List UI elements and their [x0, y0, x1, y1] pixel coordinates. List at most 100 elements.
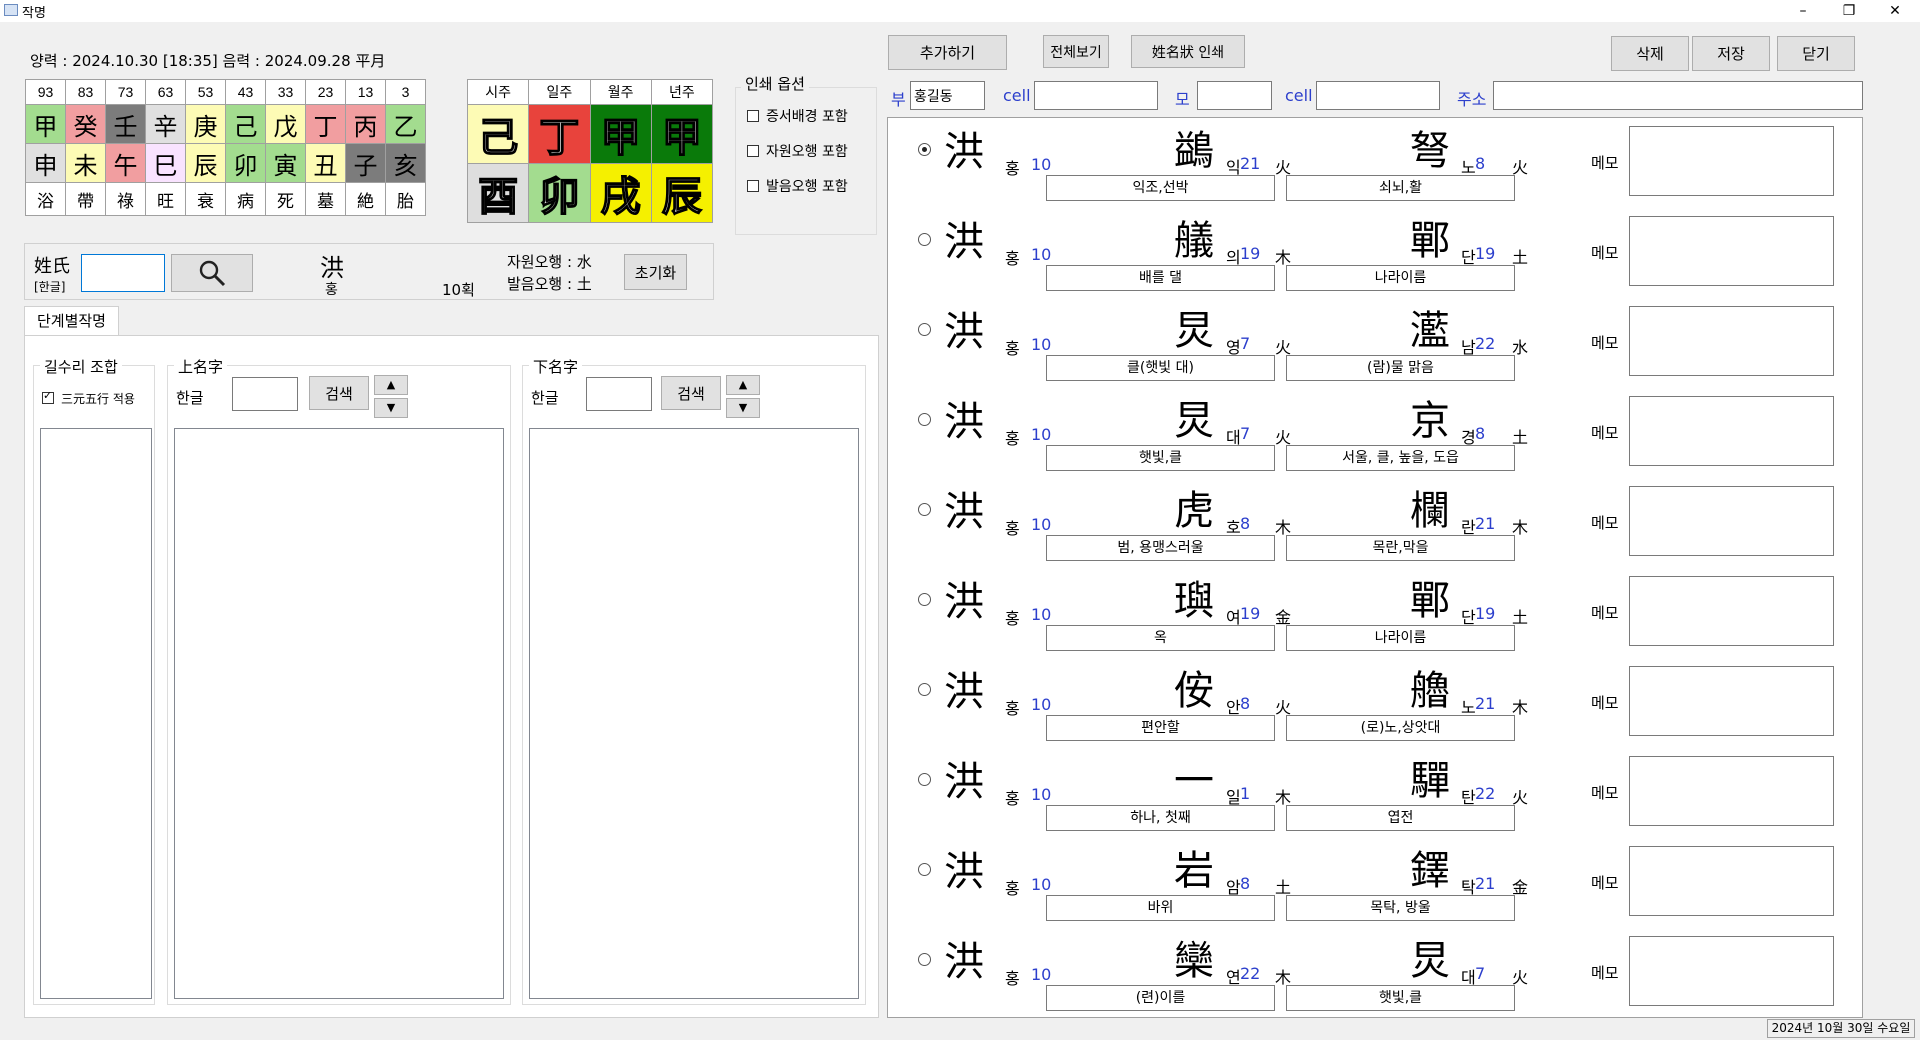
radio-icon[interactable]: [918, 503, 931, 516]
reset-button[interactable]: 초기화: [624, 254, 687, 290]
first-meaning: 하나, 첫째: [1046, 805, 1275, 831]
print-certificate-button[interactable]: 姓名狀 인쇄: [1131, 35, 1245, 68]
daewoon-stem: 甲: [25, 104, 66, 144]
name-result-row[interactable]: 洪 홍 10 侒 안 8 火 편안할 艪 노 21 木 (로)노,상앗대 메모: [888, 658, 1863, 748]
radio-selected-icon[interactable]: [918, 143, 931, 156]
add-button[interactable]: 추가하기: [888, 35, 1007, 70]
first-strokes: 19: [1240, 244, 1261, 263]
upper-hangul-input[interactable]: [232, 377, 298, 411]
pillar-stem: 丁: [528, 104, 591, 164]
second-char: 弩: [1410, 128, 1450, 174]
name-result-row[interactable]: 洪 홍 10 炅 대 7 火 햇빛,클 京 경 8 土 서울, 클, 높을, 도읍 메모: [888, 388, 1863, 478]
checkbox-checked-icon[interactable]: [42, 389, 54, 404]
memo-input[interactable]: [1629, 756, 1834, 826]
name-result-row[interactable]: 洪 홍 10 炅 영 7 火 클(햇빛 대) 灆 남 22 水 (람)물 맑음 메모: [888, 298, 1863, 388]
memo-label: 메모: [1591, 964, 1619, 982]
name-result-row[interactable]: 洪 홍 10 欒 연 22 木 (련)이를 炅 대 7 火 햇빛,클 메모: [888, 928, 1863, 1018]
name-result-row[interactable]: 洪 홍 10 璵 여 19 金 옥 鄲 단 19 土 나라이름 메모: [888, 568, 1863, 658]
checkbox-icon[interactable]: [747, 110, 759, 122]
first-char: 岩: [1174, 848, 1214, 894]
second-strokes: 7: [1475, 964, 1486, 983]
checkbox-icon[interactable]: [747, 145, 759, 157]
radio-icon[interactable]: [918, 233, 931, 246]
daewoon-age: 73: [105, 79, 146, 105]
second-strokes: 8: [1475, 154, 1486, 173]
tab-stage-naming[interactable]: 단계별작명: [24, 306, 119, 336]
father-input[interactable]: [910, 81, 985, 110]
memo-input[interactable]: [1629, 306, 1834, 376]
upper-up-arrow-icon[interactable]: ▲: [374, 375, 408, 395]
delete-button[interactable]: 삭제: [1611, 36, 1689, 71]
checkbox-icon[interactable]: [747, 180, 759, 192]
radio-icon[interactable]: [918, 773, 931, 786]
lower-search-button[interactable]: 검색: [661, 376, 721, 410]
radio-icon[interactable]: [918, 413, 931, 426]
samwon-check[interactable]: 三元五行 적용: [42, 389, 135, 407]
option-jawon[interactable]: 자원오행 포함: [747, 141, 848, 161]
radio-icon[interactable]: [918, 863, 931, 876]
lower-down-arrow-icon[interactable]: ▼: [726, 398, 760, 418]
address-input[interactable]: [1493, 81, 1863, 110]
upper-search-button[interactable]: 검색: [309, 376, 369, 410]
mother-input[interactable]: [1197, 81, 1272, 110]
radio-icon[interactable]: [918, 593, 931, 606]
memo-input[interactable]: [1629, 486, 1834, 556]
option-label: 발음오행 포함: [766, 179, 848, 195]
father-cell-input[interactable]: [1034, 81, 1158, 110]
first-meaning: 햇빛,클: [1046, 445, 1275, 471]
memo-input[interactable]: [1629, 846, 1834, 916]
view-all-button[interactable]: 전체보기: [1043, 35, 1109, 68]
option-baleum[interactable]: 발음오행 포함: [747, 176, 848, 196]
memo-input[interactable]: [1629, 216, 1834, 286]
gilsu-list[interactable]: [40, 428, 152, 999]
print-options-title: 인쇄 옵션: [741, 73, 809, 94]
lower-hangul-input[interactable]: [586, 377, 652, 411]
memo-input[interactable]: [1629, 396, 1834, 466]
radio-icon[interactable]: [918, 683, 931, 696]
maximize-button[interactable]: ❐: [1826, 0, 1872, 22]
pillar-stem: 甲: [650, 104, 714, 164]
daewoon-age: 3: [385, 79, 426, 105]
memo-input[interactable]: [1629, 666, 1834, 736]
mother-cell-input[interactable]: [1316, 81, 1440, 110]
name-result-row[interactable]: 洪 홍 10 鷁 익 21 火 익조,선박 弩 노 8 火 쇠뇌,활 메모: [888, 118, 1863, 208]
radio-icon[interactable]: [918, 953, 931, 966]
lower-up-arrow-icon[interactable]: ▲: [726, 375, 760, 395]
surname-reading: 홍: [1005, 249, 1020, 268]
name-result-row[interactable]: 洪 홍 10 一 일 1 木 하나, 첫째 驒 탄 22 火 엽전 메모: [888, 748, 1863, 838]
memo-input[interactable]: [1629, 126, 1834, 196]
radio-icon[interactable]: [918, 323, 931, 336]
name-result-row[interactable]: 洪 홍 10 虎 호 8 木 범, 용맹스러울 欄 란 21 木 목란,막을 메모: [888, 478, 1863, 568]
second-meaning: 목탁, 방울: [1286, 895, 1515, 921]
upper-name-list[interactable]: [174, 428, 504, 999]
second-strokes: 8: [1475, 424, 1486, 443]
option-certificate-bg[interactable]: 증서배경 포함: [747, 106, 848, 126]
first-strokes: 22: [1240, 964, 1261, 983]
close-button[interactable]: 닫기: [1777, 36, 1855, 71]
date-line: 양력 : 2024.10.30 [18:35] 음력 : 2024.09.28 …: [30, 52, 386, 70]
memo-input[interactable]: [1629, 576, 1834, 646]
lower-name-list[interactable]: [529, 428, 859, 999]
minimize-button[interactable]: –: [1780, 0, 1826, 22]
upper-down-arrow-icon[interactable]: ▼: [374, 398, 408, 418]
daewoon-branch: 未: [65, 143, 106, 183]
name-result-row[interactable]: 洪 홍 10 岩 암 8 土 바위 鐸 탁 21 金 목탁, 방울 메모: [888, 838, 1863, 928]
surname-search-button[interactable]: [171, 254, 253, 292]
surname-char: 洪: [944, 669, 984, 715]
second-char: 炅: [1410, 938, 1450, 984]
second-char: 欄: [1410, 488, 1450, 534]
daewoon-age: 93: [25, 79, 66, 105]
surname-char: 洪: [944, 849, 984, 895]
daewoon-branch: 申: [25, 143, 66, 183]
second-char: 京: [1410, 398, 1450, 444]
pillar-header: 시주: [466, 79, 530, 105]
pillar-stem: 甲: [589, 104, 652, 164]
surname-input[interactable]: [81, 254, 165, 292]
memo-input[interactable]: [1629, 936, 1834, 1006]
memo-label: 메모: [1591, 784, 1619, 802]
first-strokes: 7: [1240, 334, 1251, 353]
surname-reading: 홍: [1005, 699, 1020, 718]
name-result-row[interactable]: 洪 홍 10 艤 의 19 木 배를 댈 鄲 단 19 土 나라이름 메모: [888, 208, 1863, 298]
save-button[interactable]: 저장: [1692, 36, 1770, 71]
close-window-button[interactable]: ✕: [1872, 0, 1918, 22]
